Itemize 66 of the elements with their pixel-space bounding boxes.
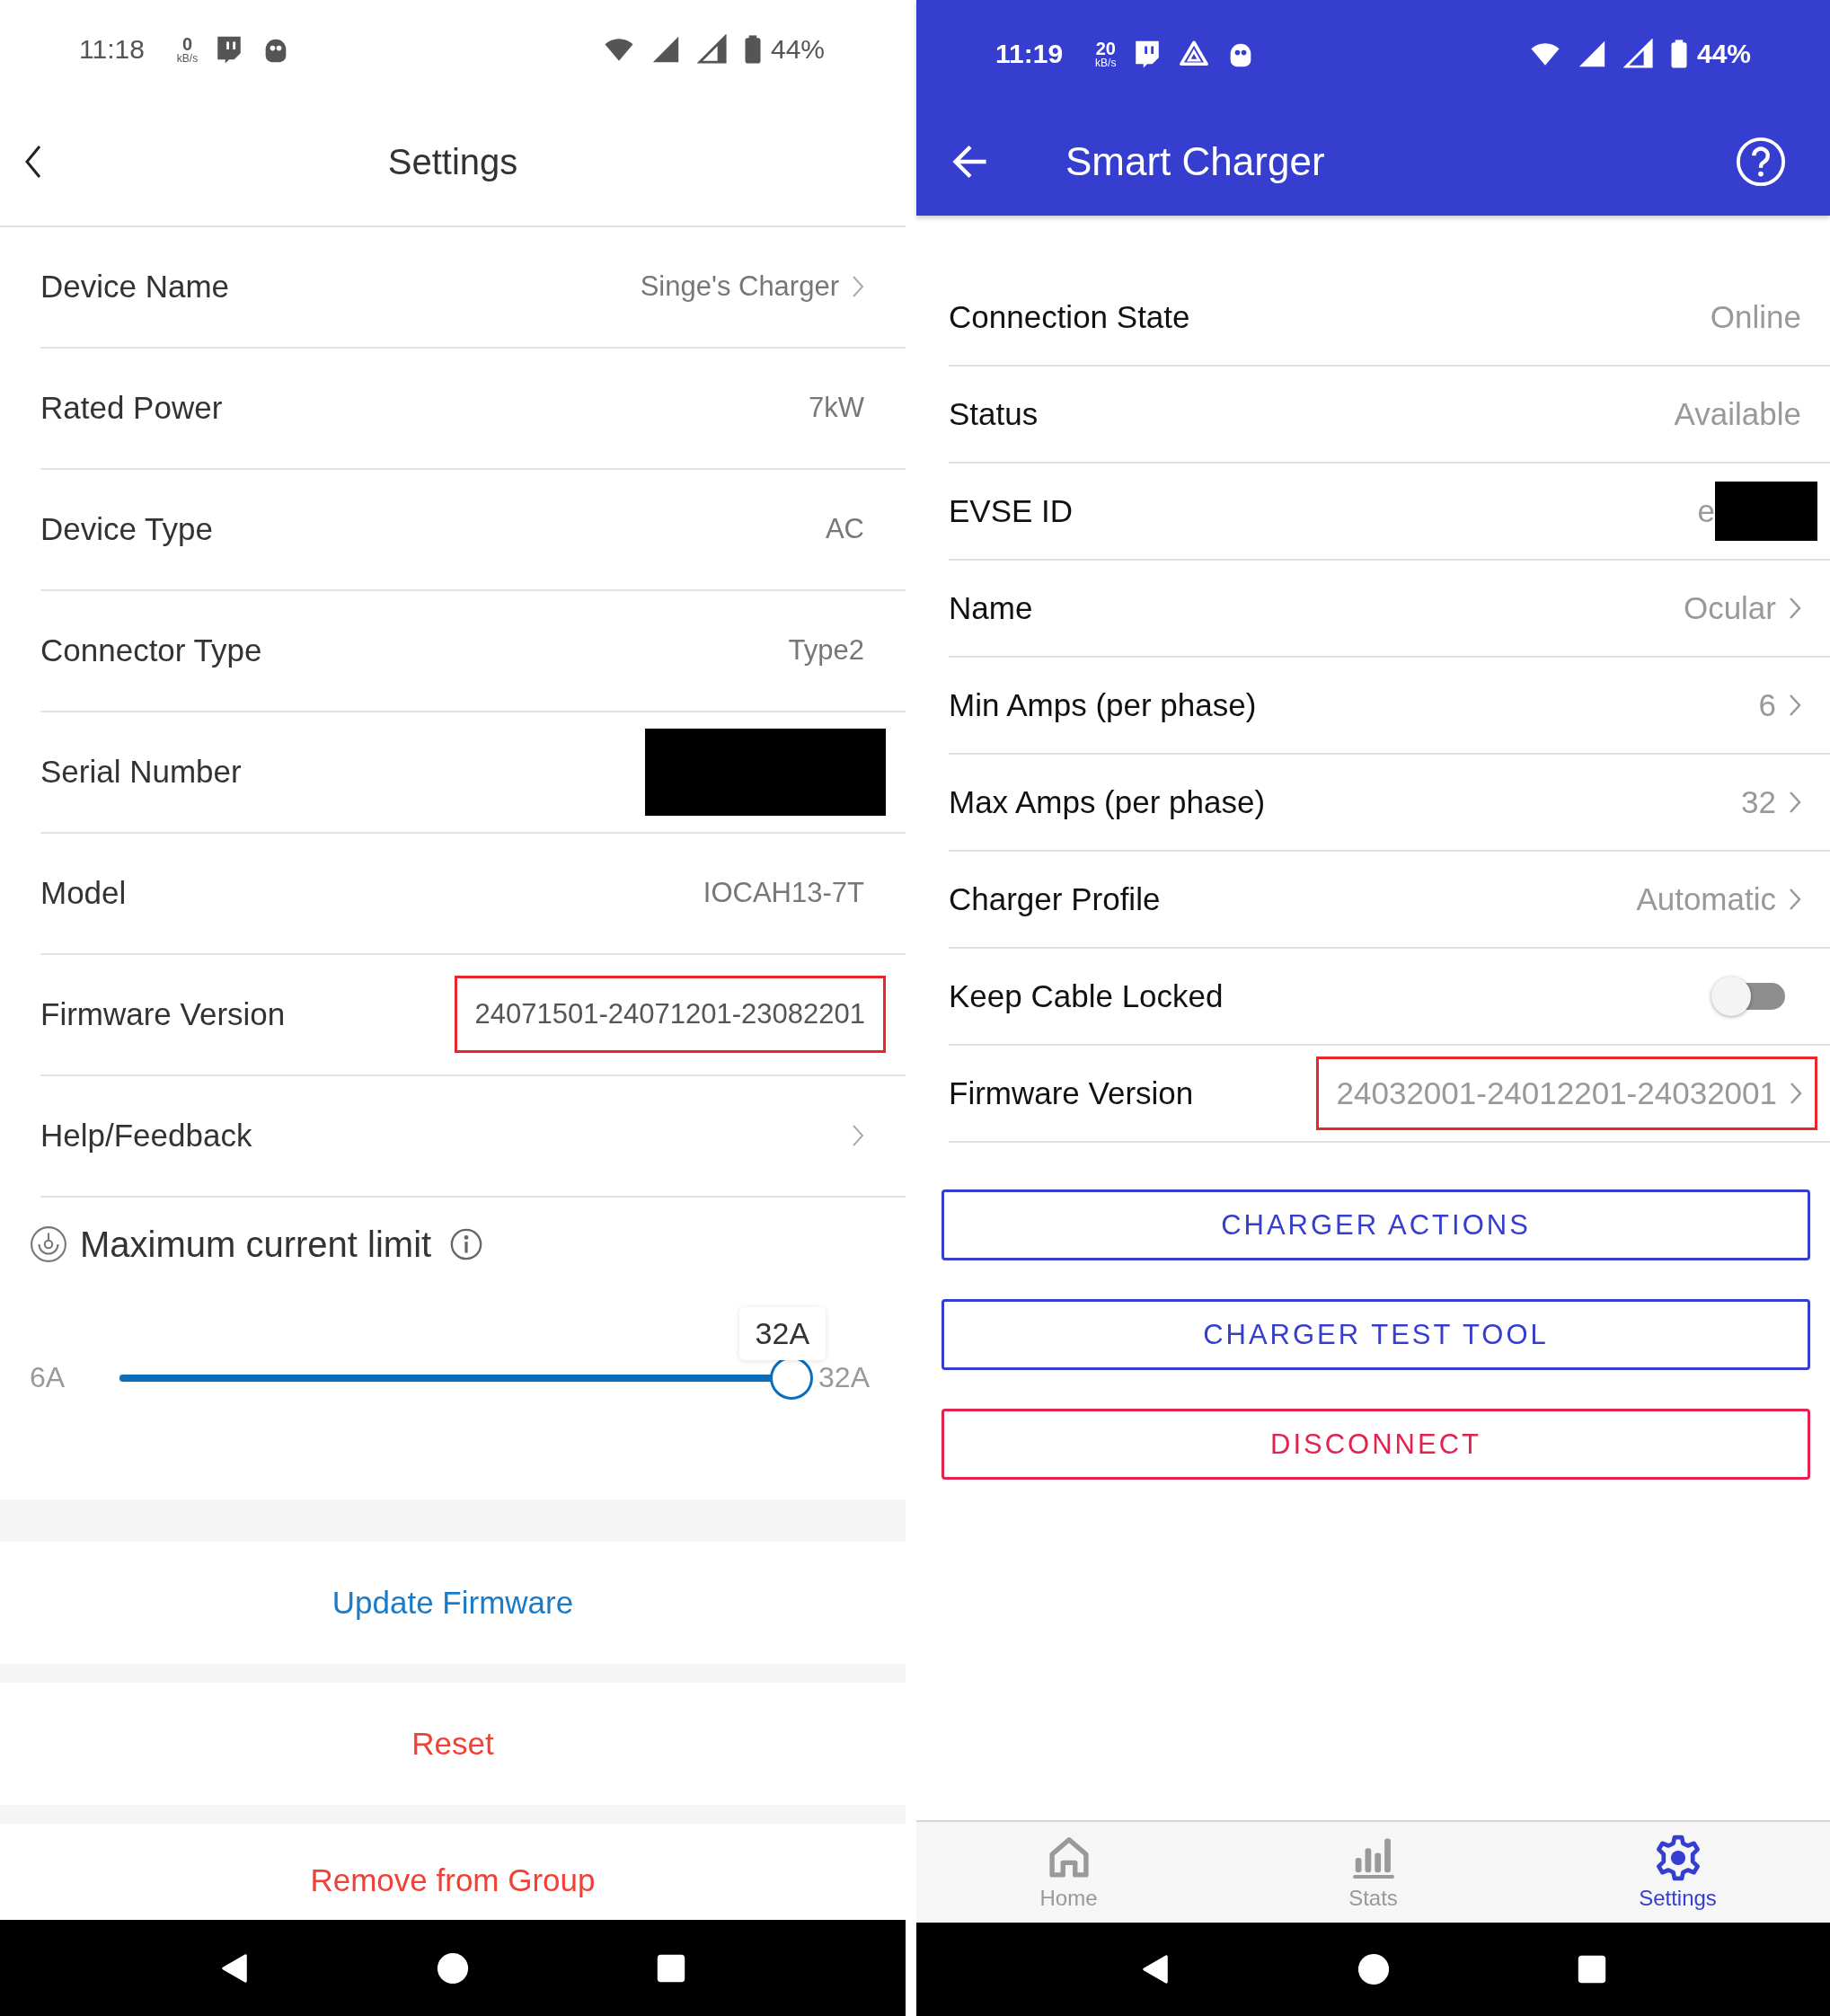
network-speed-unit: kB/s [1095,57,1117,68]
setting-value[interactable]: Singe's Charger [640,270,839,304]
status-time: 11:19 [995,39,1064,69]
slider-min-label: 6A [29,1361,66,1395]
battery-icon [1669,39,1688,69]
nav-tab[interactable]: Settings [1525,1822,1830,1923]
battery-icon [743,33,762,65]
chevron-icon[interactable] [1789,597,1801,620]
setting-label: Connector Type [40,632,262,669]
setting-value: Online [1710,299,1801,335]
setting-value[interactable]: 6 [1758,687,1776,723]
signal-icon [1622,39,1654,69]
setting-label: Serial Number [40,754,242,791]
setting-value[interactable]: Ocular [1683,590,1776,626]
page-title: Settings [387,141,518,182]
setting-label: Charger Profile [949,881,1161,917]
setting-label: Name [949,590,1033,626]
chevron-icon[interactable] [1790,1082,1802,1105]
status-time: 11:18 [79,33,145,65]
setting-value: 7kW [809,392,864,425]
help-icon[interactable] [1735,136,1787,188]
setting-label: Min Amps (per phase) [949,687,1257,723]
setting-label: Firmware Version [40,996,286,1033]
setting-value: AC [825,513,864,546]
setting-label: Device Name [40,269,230,305]
battery-level: 44% [770,33,825,65]
value-tooltip: 32A [738,1306,827,1360]
nav-tab[interactable]: Home [916,1822,1221,1923]
setting-label: EVSE ID [949,493,1074,529]
chevron-icon[interactable] [1789,888,1801,911]
setting-label: Keep Cable Locked [949,978,1224,1014]
home-icon[interactable] [436,1950,470,1985]
setting-label: Rated Power [40,390,223,427]
chevron-icon[interactable] [1789,791,1801,814]
setting-value[interactable]: Automatic [1636,881,1776,917]
toggle-switch[interactable] [1711,976,1785,1017]
app-title: Smart Charger [1065,139,1325,184]
signal-icon [696,33,728,65]
setting-value: Available [1674,396,1801,432]
network-speed: 20 [1095,40,1116,57]
back-icon[interactable] [23,144,43,181]
setting-label: Max Amps (per phase) [949,784,1266,820]
info-icon[interactable] [449,1227,484,1262]
setting-label: Connection State [949,299,1190,335]
setting-label: Firmware Version [949,1075,1194,1111]
slider-max-label: 32A [818,1361,870,1395]
gauge-icon [30,1225,67,1264]
setting-label: Model [40,875,127,912]
nav-tab[interactable]: Stats [1221,1822,1525,1923]
network-speed-unit: kB/s [176,52,199,64]
setting-label: Device Type [40,511,213,548]
network-speed: 0 [181,34,193,53]
outline-button[interactable]: CHARGER TEST TOOL [942,1299,1810,1370]
chevron-icon[interactable] [1789,694,1801,717]
setting-value: Type2 [788,634,864,668]
section-title: Maximum current limit [80,1224,432,1265]
setting-value: e [1697,493,1715,529]
setting-label: Status [949,396,1039,432]
setting-label: Help/Feedback [40,1118,252,1154]
setting-value[interactable]: 32 [1741,784,1776,820]
setting-value: IOCAH13-7T [703,877,864,910]
outline-button[interactable]: DISCONNECT [942,1409,1810,1480]
battery-level: 44% [1696,39,1751,69]
setting-value: 24071501-24071201-23082201 [454,976,886,1054]
home-icon[interactable] [1356,1952,1391,1986]
outline-button[interactable]: CHARGER ACTIONS [942,1189,1810,1260]
